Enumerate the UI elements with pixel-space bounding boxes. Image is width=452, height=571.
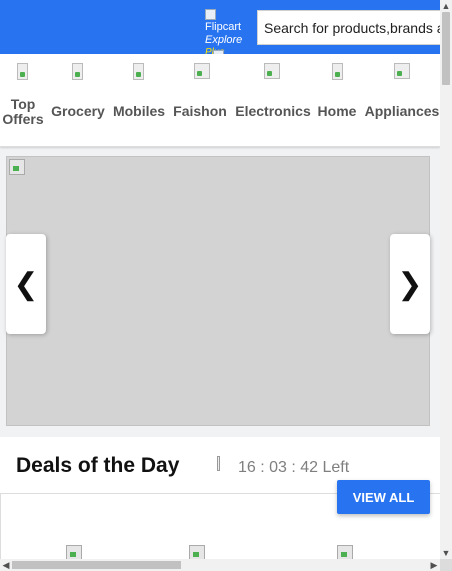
- category-label: Appliances: [364, 103, 440, 119]
- category-bar: Top Offers Grocery Mobiles Faishon Elect…: [0, 54, 440, 147]
- category-label: Grocery: [51, 103, 105, 119]
- category-electronics[interactable]: Electronics: [235, 54, 311, 146]
- appliances-image-icon: [394, 63, 410, 79]
- vertical-scroll-thumb[interactable]: [442, 12, 450, 85]
- category-label: Electronics: [235, 103, 311, 119]
- flipkart-logo[interactable]: Flipcart Explore Plus: [205, 9, 255, 61]
- banner-carousel[interactable]: ❮ ❯: [6, 156, 430, 426]
- scroll-down-arrow-icon[interactable]: ▼: [440, 547, 452, 559]
- electronics-image-icon: [264, 63, 280, 79]
- logo-broken-image-icon: [205, 9, 216, 20]
- scroll-up-arrow-icon[interactable]: ▲: [440, 0, 452, 12]
- scroll-right-arrow-icon[interactable]: ▶: [428, 559, 440, 571]
- category-home[interactable]: Home: [316, 54, 358, 146]
- top-offers-image-icon: [17, 63, 28, 80]
- carousel-next-button[interactable]: ❯: [390, 234, 430, 334]
- page: Flipcart Explore Plus Top Offers Grocery…: [0, 0, 452, 571]
- logo-explore-text: Explore: [205, 34, 243, 46]
- grocery-image-icon: [72, 63, 83, 80]
- banner-broken-image-icon: [9, 159, 25, 175]
- scrollbar-corner: [440, 559, 452, 571]
- horizontal-scroll-thumb[interactable]: [12, 561, 181, 569]
- deals-of-the-day-section: Deals of the Day 16 : 03 : 42 Left VIEW …: [0, 437, 440, 571]
- home-image-icon: [332, 63, 343, 80]
- deals-title: Deals of the Day: [16, 454, 180, 477]
- top-header: Flipcart Explore Plus: [0, 0, 452, 61]
- carousel-prev-button[interactable]: ❮: [6, 234, 46, 334]
- timer-icon: [217, 456, 220, 471]
- category-top-offers[interactable]: Top Offers: [0, 54, 46, 146]
- deals-timer: 16 : 03 : 42 Left: [238, 459, 350, 476]
- category-label: Top Offers: [2, 96, 44, 127]
- logo-alt-text: Flipcart: [205, 21, 242, 33]
- category-grocery[interactable]: Grocery: [50, 54, 106, 146]
- scroll-left-arrow-icon[interactable]: ◀: [0, 559, 12, 571]
- category-appliances[interactable]: Appliances: [364, 54, 440, 146]
- category-label: Home: [317, 103, 357, 119]
- search-box: [257, 10, 452, 45]
- mobiles-image-icon: [133, 63, 144, 80]
- search-input[interactable]: [258, 11, 452, 44]
- category-label: Mobiles: [112, 103, 166, 119]
- category-label: Faishon: [173, 103, 227, 119]
- category-mobiles[interactable]: Mobiles: [112, 54, 166, 146]
- fashion-image-icon: [194, 63, 210, 79]
- category-fashion[interactable]: Faishon: [172, 54, 228, 146]
